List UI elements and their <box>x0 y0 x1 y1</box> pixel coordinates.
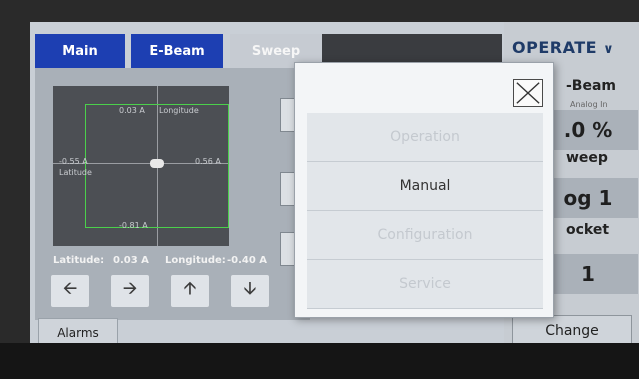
latitude-value: 0.03 A <box>113 255 149 266</box>
ebeam-label: -Beam <box>566 78 617 94</box>
tab-ebeam[interactable]: E-Beam <box>131 34 223 68</box>
longitude-label: Longitude: <box>165 255 226 266</box>
arrow-right-icon: 🡪 <box>122 278 138 299</box>
menu-item-manual[interactable]: Manual <box>307 162 543 211</box>
jog-right-button[interactable]: 🡪 <box>111 275 149 307</box>
jog-up-button[interactable]: 🡩 <box>171 275 209 307</box>
menu-item-operation: Operation <box>307 113 543 162</box>
operate-title-text: OPERATE <box>512 38 598 57</box>
arrow-left-icon: 🡨 <box>62 278 78 299</box>
tab-main[interactable]: Main <box>35 34 125 68</box>
analog-in-label: Analog In <box>570 100 608 109</box>
touch-screen: Main E-Beam Sweep 0.03 A Longitude -0.55… <box>30 22 639 360</box>
jog-down-button[interactable]: 🡫 <box>231 275 269 307</box>
chevron-down-icon: ∨ <box>603 42 615 57</box>
longitude-value: -0.40 A <box>227 255 268 266</box>
close-icon <box>516 82 540 104</box>
operate-title[interactable]: OPERATE ∨ <box>512 38 614 57</box>
sweep-scope-display: 0.03 A Longitude -0.55 A Latitude 0.56 A… <box>53 86 229 246</box>
sweep-panel: 0.03 A Longitude -0.55 A Latitude 0.56 A… <box>35 68 310 320</box>
scope-left-name: Latitude <box>59 168 92 177</box>
jog-left-button[interactable]: 🡨 <box>51 275 89 307</box>
scope-left-value: -0.55 A <box>59 157 88 166</box>
mode-menu-dialog: Operation Manual Configuration Service <box>294 62 554 318</box>
pocket-label: ocket <box>566 222 610 238</box>
scope-top-value: 0.03 A <box>119 106 145 115</box>
close-button[interactable] <box>513 79 543 107</box>
device-bezel-bottom <box>0 343 639 379</box>
latitude-label: Latitude: <box>53 255 105 266</box>
scope-bottom-value: -0.81 A <box>119 221 148 230</box>
scope-top-name: Longitude <box>159 106 199 115</box>
beam-position-marker <box>150 159 164 168</box>
mode-menu: Operation Manual Configuration Service <box>307 113 543 309</box>
menu-item-configuration: Configuration <box>307 211 543 260</box>
sweep-label: weep <box>566 150 608 166</box>
arrow-down-icon: 🡫 <box>243 278 257 299</box>
scope-right-value: 0.56 A <box>195 157 221 166</box>
menu-item-service: Service <box>307 260 543 309</box>
arrow-up-icon: 🡩 <box>183 278 197 299</box>
